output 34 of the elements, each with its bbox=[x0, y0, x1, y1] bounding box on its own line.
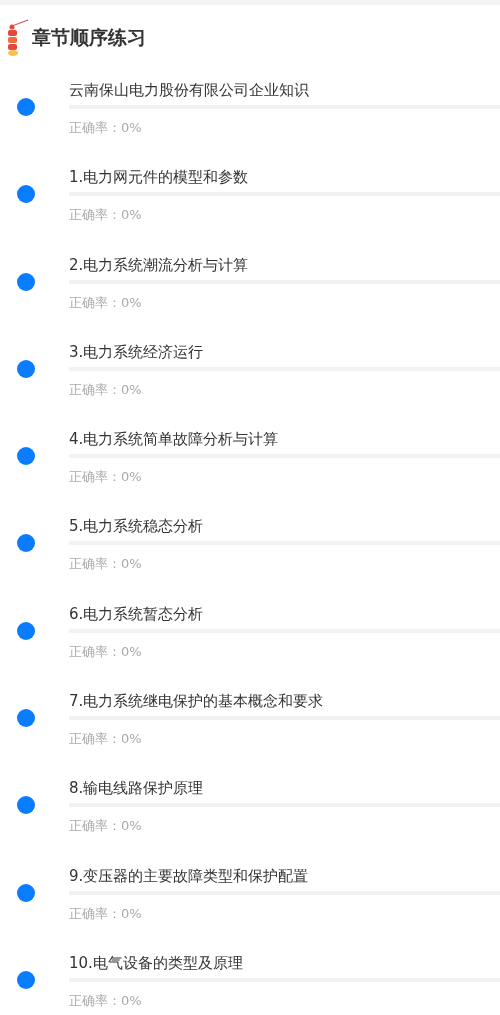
accuracy-text: 正确率：0% bbox=[69, 119, 142, 137]
chapter-title: 1.电力网元件的模型和参数 bbox=[69, 167, 250, 189]
chapter-item[interactable]: 10.电气设备的类型及原理 正确率：0% bbox=[0, 942, 500, 1015]
chapter-title: 4.电力系统简单故障分析与计算 bbox=[69, 429, 280, 451]
chapter-item[interactable]: 2.电力系统潮流分析与计算 正确率：0% bbox=[0, 244, 500, 332]
accuracy-text: 正确率：0% bbox=[69, 904, 142, 923]
chapter-title: 9.变压器的主要故障类型和保护配置 bbox=[69, 865, 310, 887]
chapter-title: 7.电力系统继电保护的基本概念和要求 bbox=[69, 691, 325, 713]
accuracy-text: 正确率：0% bbox=[69, 642, 142, 661]
chapter-title: 10.电气设备的类型及原理 bbox=[69, 952, 244, 974]
chapter-title: 3.电力系统经济运行 bbox=[69, 341, 205, 363]
chapter-item[interactable]: 4.电力系统简单故障分析与计算 正确率：0% bbox=[0, 419, 500, 507]
accuracy-text: 正确率：0% bbox=[69, 730, 142, 749]
chapter-title: 5.电力系统稳态分析 bbox=[69, 516, 205, 538]
chapter-title: 云南保山电力股份有限公司企业知识 bbox=[69, 80, 310, 101]
chapter-item[interactable]: 7.电力系统继电保护的基本概念和要求 正确率：0% bbox=[0, 681, 500, 769]
accuracy-text: 正确率：0% bbox=[69, 468, 142, 487]
chapter-title: 2.电力系统潮流分析与计算 bbox=[69, 254, 250, 276]
page-title: 章节顺序练习 bbox=[32, 25, 146, 51]
chapter-item[interactable]: 1.电力网元件的模型和参数 正确率：0% bbox=[0, 157, 500, 245]
accuracy-text: 正确率：0% bbox=[69, 991, 142, 1010]
chapter-title: 8.输电线路保护原理 bbox=[69, 778, 205, 800]
chapter-item[interactable]: 5.电力系统稳态分析 正确率：0% bbox=[0, 506, 500, 594]
chapter-item[interactable]: 9.变压器的主要故障类型和保护配置 正确率：0% bbox=[0, 855, 500, 943]
accuracy-text: 正确率：0% bbox=[69, 380, 142, 399]
accuracy-text: 正确率：0% bbox=[69, 817, 142, 836]
accuracy-text: 正确率：0% bbox=[69, 206, 142, 225]
chapter-item[interactable]: 6.电力系统暂态分析 正确率：0% bbox=[0, 593, 500, 682]
chapter-title: 6.电力系统暂态分析 bbox=[69, 603, 205, 625]
accuracy-text: 正确率：0% bbox=[69, 293, 142, 312]
chapter-item[interactable]: 3.电力系统经济运行 正确率：0% bbox=[0, 331, 500, 420]
chapter-item[interactable]: 云南保山电力股份有限公司企业知识 正确率：0% bbox=[0, 70, 500, 158]
accuracy-text: 正确率：0% bbox=[69, 555, 142, 574]
chapter-item[interactable]: 8.输电线路保护原理 正确率：0% bbox=[0, 768, 500, 856]
